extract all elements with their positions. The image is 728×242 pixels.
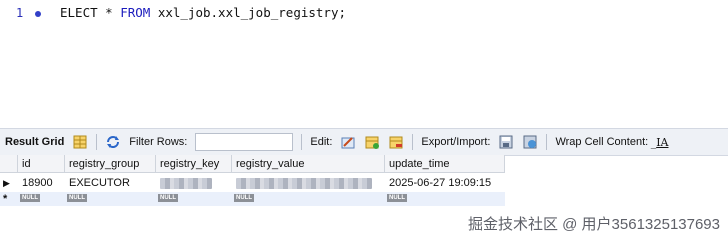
new-row-marker: * [3,193,8,205]
cell-update-time[interactable]: 2025-06-27 19:09:15 [385,176,505,191]
cell-registry-group[interactable]: EXECUTOR [65,176,156,191]
toolbar-separator [546,134,548,150]
cell-id[interactable]: 18900 [18,176,65,191]
wrap-cell-content-label: Wrap Cell Content: [555,136,649,148]
null-badge: NULL [234,194,254,202]
toolbar-separator [96,134,98,150]
cell-registry-key-redacted[interactable] [160,178,212,189]
column-header-registry-value[interactable]: registry_value [232,155,385,173]
filter-rows-input[interactable] [195,133,294,151]
sql-keyword-from: FROM [120,5,151,20]
filter-rows-label: Filter Rows: [129,136,188,148]
grid-view-icon[interactable] [72,134,88,150]
line-number: 1 [16,6,24,20]
delete-row-icon[interactable] [388,134,404,150]
null-badge: NULL [20,194,40,202]
current-row-arrow-icon: ▶ [3,178,10,188]
sql-text-prefix: ELECT * [60,5,121,20]
export-import-label: Export/Import: [421,136,491,148]
sql-editor[interactable]: 1 ELECT * FROM xxl_job.xxl_job_registry; [0,0,728,108]
null-badge: NULL [387,194,407,202]
result-grid-label: Result Grid [5,136,65,148]
column-header-update-time[interactable]: update_time [385,155,505,173]
edit-row-icon[interactable] [340,134,356,150]
null-badge: NULL [67,194,87,202]
export-icon[interactable] [498,134,514,150]
column-header-registry-key[interactable]: registry_key [156,155,232,173]
statement-marker-icon [35,11,41,17]
watermark: 掘金技术社区 @ 用户3561325137693 [467,216,720,233]
row-header-corner [0,155,18,173]
column-header-registry-group[interactable]: registry_group [65,155,156,173]
column-header-id[interactable]: id [18,155,65,173]
cell-registry-value-redacted[interactable] [236,178,372,189]
edit-label: Edit: [310,136,333,148]
new-row[interactable]: * NULL NULL NULL NULL NULL [0,192,505,206]
insert-row-icon[interactable] [364,134,380,150]
import-icon[interactable] [522,134,538,150]
result-toolbar: Result Grid Filter Rows: Edit: Export/Im… [0,128,728,156]
sql-text-suffix: xxl_job.xxl_job_registry; [150,5,346,20]
refresh-icon[interactable] [105,134,121,150]
sql-statement[interactable]: ELECT * FROM xxl_job.xxl_job_registry; [60,5,346,20]
null-badge: NULL [158,194,178,202]
toolbar-separator [301,134,303,150]
wrap-cell-toggle-icon[interactable]: ̲IA [652,136,672,149]
toolbar-separator [412,134,414,150]
